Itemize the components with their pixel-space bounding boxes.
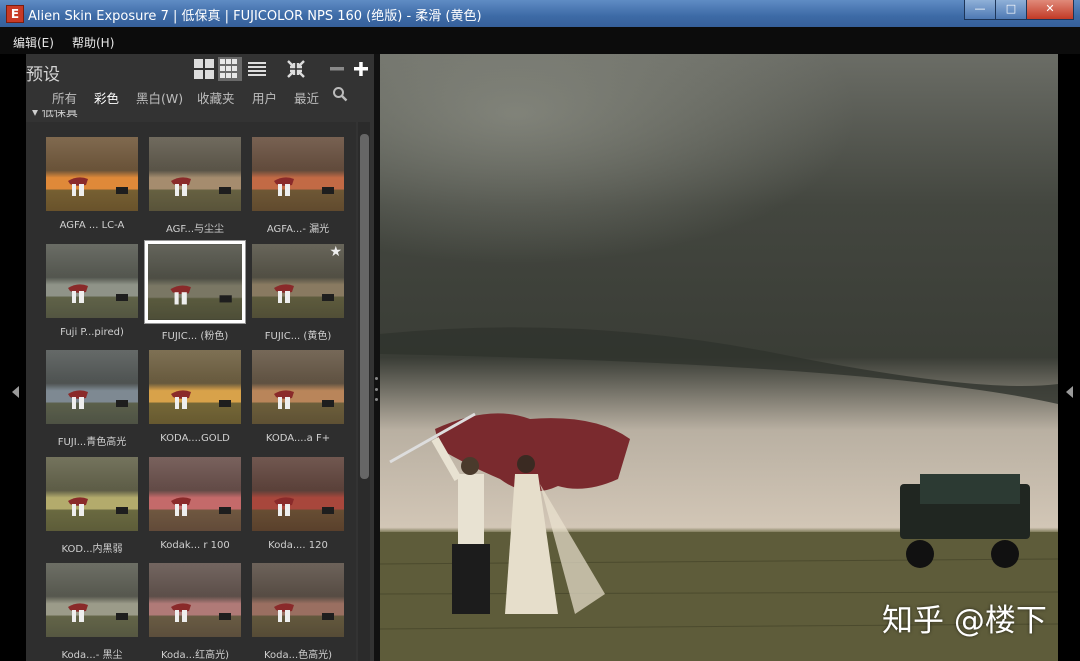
tab-color[interactable]: 彩色 [94,88,119,107]
watermark: 知乎 @楼下 [882,603,1047,639]
app-icon: E [6,5,24,23]
scrollbar-thumb[interactable] [360,134,369,479]
preset-label: FUJIC... (黄色) [264,331,332,342]
preset-grid: AGFA ... LC-A AGF...与尘尘 AGFA...- 漏光 Fuji P.… [26,122,356,661]
tab-bw[interactable]: 黑白(W) [136,88,183,107]
preset-thumbnail[interactable] [252,350,344,424]
divider-grip-icon[interactable] [375,377,379,401]
presets-panel: 预设 所有 彩色 黑白(W) 收藏夹 用户 最近 ▾ 低保真 AGFA ... … [26,54,374,661]
favorite-star-icon[interactable]: ★ [329,245,342,259]
collapse-all-icon[interactable] [285,59,307,79]
preset-label: KOD...内黑弱 [61,544,123,555]
preset-label: KODA....a F+ [265,433,331,444]
minus-icon[interactable] [326,59,348,79]
section-label: ▾ 低保真 [32,110,78,119]
maximize-button[interactable]: □ [995,0,1027,20]
panel-title: 预设 [26,65,60,85]
preset-label: Fuji P...pired) [60,327,124,338]
preset-label: FUJIC... (粉色) [161,331,229,342]
preview-photo [380,54,1058,661]
right-panel-strip [1058,54,1080,661]
search-icon[interactable] [332,86,348,102]
preset-label: Koda...色高光) [263,650,333,661]
preset-label: KODA....GOLD [160,433,230,444]
preset-label: Koda...- 黑尘 [61,650,123,661]
tab-recent[interactable]: 最近 [294,88,319,107]
preset-label: AGFA...- 漏光 [266,224,330,235]
preset-thumbnail[interactable] [46,563,138,637]
preset-thumbnail[interactable] [149,350,241,424]
plus-icon[interactable] [350,59,372,79]
preset-label: AGFA ... LC-A [59,220,125,231]
menu-bar: 编辑(E) 帮助(H) [0,27,1080,54]
window-title: Alien Skin Exposure 7 | 低保真 | FUJICOLOR … [28,9,482,24]
preset-thumbnail[interactable] [46,350,138,424]
tab-all[interactable]: 所有 [52,88,77,107]
expand-right-panel-arrow-icon[interactable] [1066,386,1073,398]
menu-help[interactable]: 帮助(H) [72,34,114,51]
tab-favorites[interactable]: 收藏夹 [197,88,235,107]
preset-thumbnail[interactable] [144,240,246,324]
window-controls: — □ ✕ [964,0,1074,20]
preset-thumbnail[interactable] [252,457,344,531]
close-button[interactable]: ✕ [1026,0,1074,20]
preset-thumbnail[interactable] [46,244,138,318]
preset-label: AGF...与尘尘 [165,224,225,235]
preset-thumbnail[interactable]: ★ [252,244,344,318]
preset-thumbnail[interactable] [252,137,344,211]
preset-tabs: 所有 彩色 黑白(W) 收藏夹 用户 最近 [26,86,374,110]
preset-label: Koda...红高光) [160,650,230,661]
preset-thumbnail[interactable] [149,137,241,211]
preset-label: Koda.... 120 [268,540,328,551]
large-grid-icon[interactable] [194,59,216,79]
preset-thumbnail[interactable] [46,457,138,531]
preset-thumbnail[interactable] [149,457,241,531]
preset-thumbnail[interactable] [149,563,241,637]
menu-edit[interactable]: 编辑(E) [13,34,54,51]
title-bar: E Alien Skin Exposure 7 | 低保真 | FUJICOLO… [0,0,1080,27]
minimize-button[interactable]: — [964,0,996,20]
preview-image [380,54,1058,661]
preset-label: Kodak... r 100 [160,540,230,551]
preset-label: FUJI...青色高光 [57,437,127,448]
section-header[interactable]: ▾ 低保真 [26,110,356,120]
list-view-icon[interactable] [248,59,266,79]
collapse-left-arrow-icon[interactable] [12,386,19,398]
preset-thumbnail[interactable] [46,137,138,211]
small-grid-icon[interactable] [218,57,242,81]
preset-thumbnail[interactable] [252,563,344,637]
tab-user[interactable]: 用户 [252,88,277,107]
